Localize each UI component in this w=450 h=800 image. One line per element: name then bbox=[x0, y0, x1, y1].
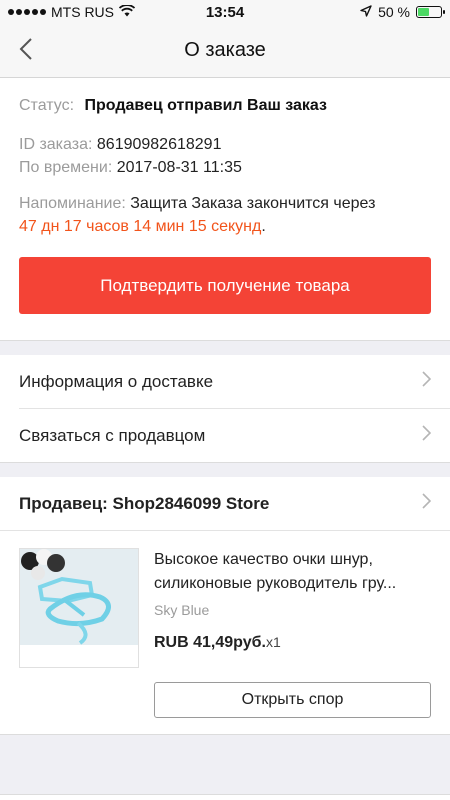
order-summary: Статус: Продавец отправил Ваш заказ ID з… bbox=[0, 78, 450, 341]
carrier-name: MTS RUS bbox=[51, 4, 114, 20]
contact-seller-label: Связаться с продавцом bbox=[19, 425, 206, 445]
reminder-text: Защита Заказа закончится через bbox=[130, 195, 376, 212]
reminder-label: Напоминание: bbox=[19, 195, 126, 212]
product-price-line: RUB 41,49руб.x1 bbox=[154, 634, 431, 652]
product-thumbnail[interactable] bbox=[19, 548, 139, 668]
product-info: Высокое качество очки шнур, силиконовые … bbox=[154, 548, 431, 668]
back-button[interactable] bbox=[6, 24, 46, 78]
seller-section: Продавец: Shop2846099 Store Высокое каче… bbox=[0, 477, 450, 735]
location-arrow-icon bbox=[360, 4, 372, 20]
next-section-edge bbox=[0, 794, 450, 800]
product-title[interactable]: Высокое качество очки шнур, силиконовые … bbox=[154, 548, 431, 596]
status-bar-right: 50 % bbox=[360, 4, 445, 20]
status-line: Статус: Продавец отправил Ваш заказ bbox=[19, 94, 431, 117]
countdown-line: 47 дн 17 часов 14 мин 15 секунд. bbox=[19, 215, 431, 238]
product-quantity: x1 bbox=[265, 634, 281, 650]
battery-percent: 50 % bbox=[378, 4, 410, 20]
protection-countdown: 47 дн 17 часов 14 мин 15 секунд bbox=[19, 218, 262, 235]
status-bar: MTS RUS 13:54 50 % bbox=[0, 0, 450, 24]
order-time-label: По времени: bbox=[19, 159, 113, 176]
seller-name: Продавец: Shop2846099 Store bbox=[19, 493, 270, 513]
product-price: RUB 41,49руб. bbox=[154, 634, 266, 651]
signal-dots-icon bbox=[8, 9, 46, 15]
order-time-line: По времени: 2017-08-31 11:35 bbox=[19, 156, 431, 179]
nav-bar: О заказе bbox=[0, 24, 450, 78]
order-id-line: ID заказа: 86190982618291 bbox=[19, 133, 431, 156]
product-item[interactable]: Высокое качество очки шнур, силиконовые … bbox=[0, 531, 450, 668]
order-id-value: 86190982618291 bbox=[96, 136, 222, 153]
order-time-value: 2017-08-31 11:35 bbox=[116, 159, 242, 176]
order-links: Информация о доставке Связаться с продав… bbox=[0, 355, 450, 463]
chevron-right-icon bbox=[422, 371, 432, 392]
status-value: Продавец отправил Ваш заказ bbox=[84, 97, 327, 114]
product-variant: Sky Blue bbox=[154, 602, 210, 618]
confirm-receipt-button[interactable]: Подтвердить получение товара bbox=[19, 257, 431, 314]
reminder-line: Напоминание: Защита Заказа закончится че… bbox=[19, 192, 431, 215]
status-bar-left: MTS RUS bbox=[8, 4, 136, 20]
chevron-left-icon bbox=[19, 37, 33, 66]
chevron-right-icon bbox=[422, 425, 432, 446]
open-dispute-button[interactable]: Открыть спор bbox=[154, 682, 431, 718]
dispute-row: Открыть спор bbox=[0, 668, 450, 734]
wifi-icon bbox=[118, 4, 136, 20]
battery-icon bbox=[416, 6, 445, 18]
countdown-suffix: . bbox=[261, 218, 266, 235]
contact-seller-row[interactable]: Связаться с продавцом bbox=[0, 409, 450, 462]
status-label: Статус: bbox=[19, 97, 75, 114]
order-id-label: ID заказа: bbox=[19, 136, 93, 153]
seller-row[interactable]: Продавец: Shop2846099 Store bbox=[0, 477, 450, 530]
chevron-right-icon bbox=[422, 493, 432, 514]
delivery-info-row[interactable]: Информация о доставке bbox=[0, 355, 450, 408]
page-title: О заказе bbox=[184, 39, 266, 61]
delivery-info-label: Информация о доставке bbox=[19, 371, 214, 391]
